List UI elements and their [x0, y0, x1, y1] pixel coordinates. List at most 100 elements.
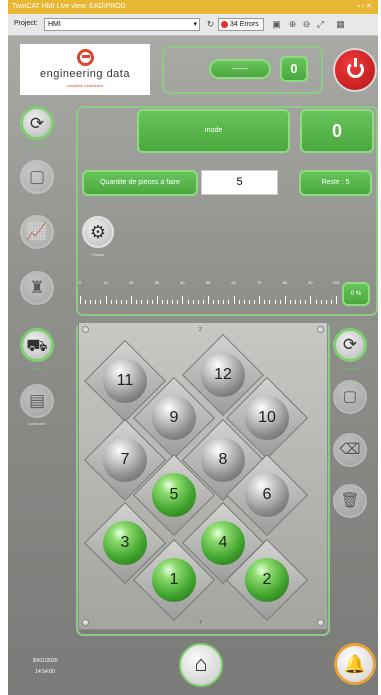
nav-chart-button[interactable]: 📈	[20, 215, 54, 249]
part-ball-9[interactable]: 9	[152, 396, 196, 440]
fit-icon[interactable]: ⤢	[314, 18, 327, 31]
logo-name: engineering data	[40, 68, 130, 80]
part-ball-8[interactable]: 8	[201, 438, 245, 482]
part-ball-7[interactable]: 7	[103, 438, 147, 482]
ruler-tick	[187, 300, 189, 304]
ruler-tick	[95, 300, 97, 304]
ruler-tick	[202, 300, 204, 304]
ruler-tick	[177, 300, 179, 304]
ruler-tick	[259, 296, 261, 304]
alarm-button[interactable]: 🔔	[334, 643, 376, 685]
ruler-tick	[208, 296, 209, 304]
ruler-tick	[110, 300, 112, 304]
ruler-tick	[295, 300, 297, 304]
datetime: 30/01/2020 14:54:00	[22, 656, 68, 678]
right-window-button[interactable]: ▢	[333, 380, 367, 414]
top-counter: 0	[280, 56, 308, 82]
ruler-label: 50	[205, 280, 211, 285]
ruler-tick	[136, 300, 138, 304]
zoom-out-icon[interactable]: ⊖	[300, 18, 313, 31]
ruler-tick	[197, 300, 199, 304]
screen-icon[interactable]: ▣	[270, 18, 283, 31]
ruler-tick	[213, 300, 215, 304]
top-pill-button[interactable]: ——	[209, 59, 271, 79]
ruler-tick	[289, 300, 291, 304]
ruler-tick	[167, 300, 169, 304]
parts-tray: 2 7 11 12 9 10 7 8 5 6 3 4 1 2	[78, 322, 328, 630]
ruler-label: 80	[282, 280, 288, 285]
zoom-in-icon[interactable]: ⊕	[286, 18, 299, 31]
nav-calendar-caption: Calendrier	[27, 421, 47, 426]
ruler-tick	[131, 296, 133, 304]
project-select[interactable]: HMI ▾	[44, 18, 200, 31]
nav-calendar-button[interactable]: ▤	[20, 384, 54, 418]
part-ball-3[interactable]: 3	[103, 521, 147, 565]
progress-percent: 0 %	[342, 282, 370, 306]
part-ball-11[interactable]: 11	[103, 359, 147, 403]
nav-cart-button[interactable]: ⛟	[20, 328, 54, 362]
logo-tagline: complete confidence	[66, 83, 104, 88]
part-ball-4[interactable]: 4	[201, 521, 245, 565]
part-ball-6[interactable]: 6	[245, 473, 289, 517]
quantity-input[interactable]: 5	[201, 170, 278, 195]
mode-button[interactable]: mode	[137, 109, 290, 153]
part-ball-12[interactable]: 12	[201, 353, 245, 397]
app-window: TwinCAT HMI Live view: EAD\PROD ▪ ▫ ✕ Pr…	[0, 0, 381, 695]
project-label: Project:	[14, 20, 38, 27]
project-value: HMI	[48, 21, 61, 28]
ruler-tick	[274, 300, 276, 304]
refresh-icon[interactable]: ↻	[204, 18, 217, 31]
part-ball-1[interactable]: 1	[152, 558, 196, 602]
part-ball-5[interactable]: 5	[152, 473, 196, 517]
window-title: TwinCAT HMI Live view: EAD\PROD	[12, 3, 126, 10]
tray-screw	[317, 619, 324, 626]
ruler-tick	[126, 300, 128, 304]
ruler-tick	[80, 296, 81, 304]
errors-button[interactable]: 34 Errors	[218, 18, 264, 31]
grid-icon[interactable]: ▦	[334, 18, 347, 31]
ruler-tick	[172, 300, 174, 304]
right-erase-button[interactable]: ⌫	[333, 433, 367, 467]
time-label: 14:54:00	[35, 669, 55, 675]
nav-operator-button[interactable]: ♜	[20, 271, 54, 305]
window-titlebar: TwinCAT HMI Live view: EAD\PROD ▪ ▫ ✕	[8, 0, 378, 14]
ruler-tick	[90, 300, 92, 304]
ruler-tick	[161, 300, 163, 304]
trash-icon: 🗑	[340, 492, 360, 509]
company-logo: engineering data complete confidence	[20, 44, 150, 95]
part-ball-2[interactable]: 2	[245, 558, 289, 602]
date-label: 30/01/2020	[32, 658, 58, 664]
ruler-tick	[223, 300, 225, 304]
ruler-tick	[330, 300, 332, 304]
ruler-tick	[228, 300, 230, 304]
ruler-tick	[305, 300, 307, 304]
right-trash-button[interactable]: 🗑	[333, 484, 367, 518]
ruler-tick	[269, 300, 271, 304]
nav-overview-button[interactable]: ⟳	[20, 106, 54, 140]
window-controls[interactable]: ▪ ▫ ✕	[357, 0, 372, 14]
ruler-tick	[279, 300, 281, 304]
ruler-tick	[105, 296, 107, 304]
ruler-label: 40	[180, 280, 185, 285]
ruler-tick	[141, 300, 143, 304]
ruler-tick	[248, 300, 250, 304]
settings-button[interactable]: ⚙	[82, 216, 114, 248]
remaining-label: Reste : 5	[299, 170, 372, 196]
ruler-tick	[310, 296, 312, 304]
alarm-bell-icon: 🔔	[343, 654, 367, 674]
right-overview-caption: Production	[340, 366, 360, 371]
calendar-icon: ▤	[28, 391, 46, 410]
right-overview-button[interactable]: ⟳	[333, 328, 367, 362]
part-ball-10[interactable]: 10	[245, 396, 289, 440]
home-button[interactable]: ⌂	[179, 643, 223, 687]
quantity-label: Quantite de pieces a faire	[82, 170, 198, 196]
ruler-tick	[182, 296, 184, 304]
ruler-tick	[120, 300, 122, 304]
ruler-tick	[254, 300, 256, 304]
power-button[interactable]	[333, 48, 377, 92]
erase-icon: ⌫	[339, 441, 361, 458]
tray-bottom-number: 7	[199, 620, 202, 626]
ruler-tick	[284, 296, 286, 304]
nav-window-button[interactable]: ▢	[20, 160, 54, 194]
ruler-tick	[325, 300, 327, 304]
